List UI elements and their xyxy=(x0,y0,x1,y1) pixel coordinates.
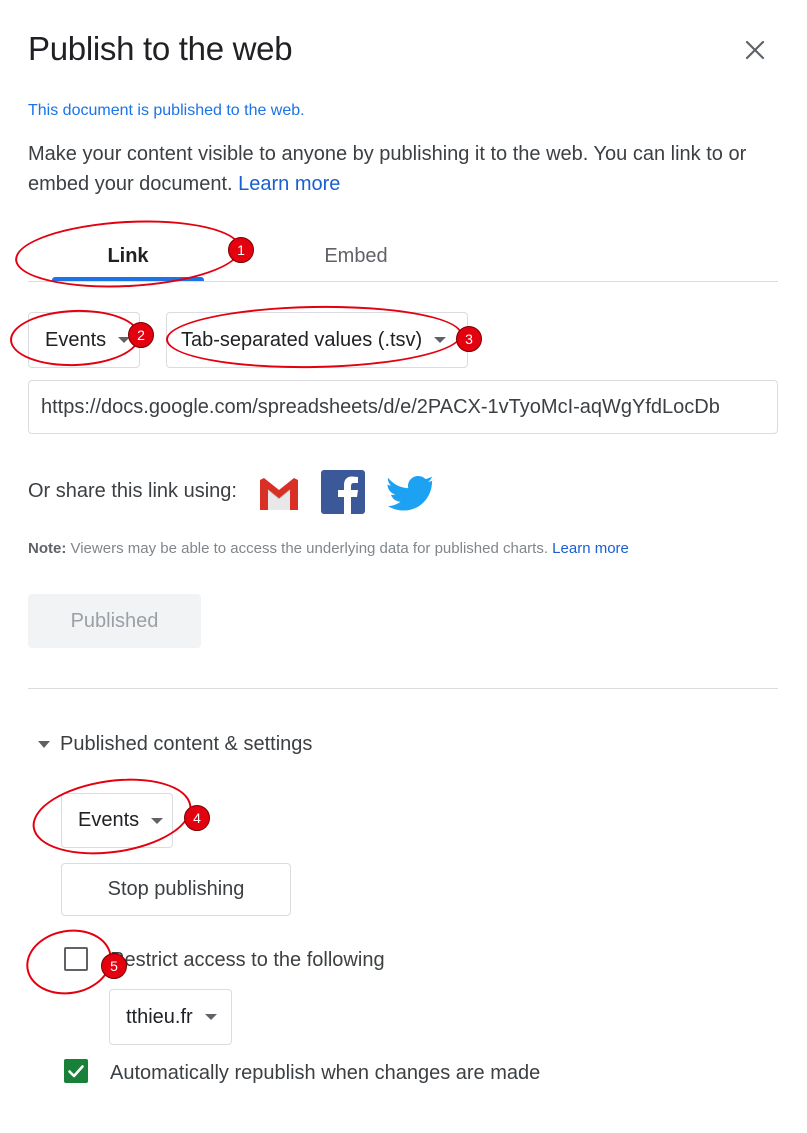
published-url-field[interactable]: https://docs.google.com/spreadsheets/d/e… xyxy=(28,380,778,434)
domain-select[interactable]: tthieu.fr xyxy=(109,989,232,1045)
restrict-access-label: Restrict access to the following xyxy=(110,949,385,971)
tab-embed[interactable]: Embed xyxy=(280,245,432,268)
close-icon[interactable] xyxy=(740,35,770,65)
format-select[interactable]: Tab-separated values (.tsv) xyxy=(166,312,468,368)
sheet-select-value: Events xyxy=(45,328,107,351)
annotation-badge: 2 xyxy=(128,322,154,348)
dialog-title: Publish to the web xyxy=(28,30,293,67)
sheet-select[interactable]: Events xyxy=(28,312,140,368)
chevron-down-icon xyxy=(151,817,164,824)
settings-sheet-select-value: Events xyxy=(78,809,140,831)
section-divider xyxy=(28,688,778,689)
twitter-icon[interactable] xyxy=(386,472,434,514)
auto-republish-label: Automatically republish when changes are… xyxy=(110,1062,541,1084)
published-button[interactable]: Published xyxy=(28,594,201,648)
stop-publishing-button[interactable]: Stop publishing xyxy=(61,863,291,916)
tabs-divider xyxy=(28,281,778,282)
annotation-badge: 4 xyxy=(184,805,210,831)
chevron-down-icon xyxy=(434,337,447,343)
note-label: Note: xyxy=(28,540,67,557)
chevron-down-icon xyxy=(204,1014,217,1020)
learn-more-link[interactable]: Learn more xyxy=(238,173,340,195)
checkmark-icon xyxy=(68,1065,84,1078)
share-label: Or share this link using: xyxy=(28,480,237,502)
domain-select-value: tthieu.fr xyxy=(126,1005,193,1028)
annotation-badge: 3 xyxy=(456,326,482,352)
auto-republish-checkbox[interactable] xyxy=(64,1059,88,1083)
settings-sheet-select[interactable]: Events xyxy=(61,793,173,848)
publish-status: This document is published to the web. xyxy=(28,102,305,119)
section-label: Published content & settings xyxy=(60,733,313,755)
note-body: Viewers may be able to access the underl… xyxy=(66,540,553,557)
format-select-value: Tab-separated values (.tsv) xyxy=(181,328,423,351)
gmail-icon[interactable] xyxy=(256,472,302,514)
note-learn-more-link[interactable]: Learn more xyxy=(552,540,629,557)
tab-link[interactable]: Link xyxy=(52,245,204,268)
annotation-badge: 1 xyxy=(228,237,254,263)
annotation-badge: 5 xyxy=(101,953,127,979)
restrict-access-checkbox[interactable] xyxy=(64,947,88,971)
dialog-description: Make your content visible to anyone by p… xyxy=(28,139,778,199)
caret-down-icon xyxy=(38,741,50,748)
note-text: Note: Viewers may be able to access the … xyxy=(28,540,629,557)
published-settings-toggle[interactable]: Published content & settings xyxy=(38,733,312,756)
facebook-icon[interactable] xyxy=(321,470,365,514)
description-text: Make your content visible to anyone by p… xyxy=(28,143,747,195)
